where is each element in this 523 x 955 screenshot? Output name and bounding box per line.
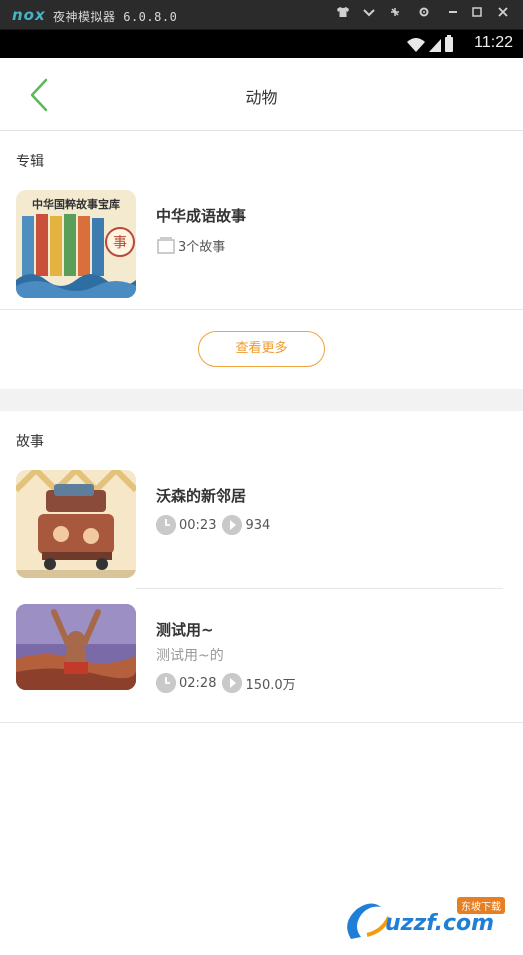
play-icon bbox=[222, 673, 243, 693]
album-story-count: 3个故事 bbox=[178, 239, 226, 255]
story-title: 测试用~ bbox=[156, 621, 214, 639]
album-stack-icon bbox=[156, 235, 176, 255]
close-icon[interactable] bbox=[492, 5, 514, 25]
story-plays: 934 bbox=[245, 517, 271, 533]
watermark-badge: 东坡下载 bbox=[457, 897, 505, 914]
clock-icon bbox=[156, 673, 176, 693]
story-cover-image bbox=[16, 604, 136, 690]
story-plays: 150.0万 bbox=[245, 677, 296, 693]
see-more-button[interactable]: 查看更多 bbox=[198, 331, 325, 367]
chevron-down-icon[interactable] bbox=[358, 5, 380, 25]
albums-section-title: 专辑 bbox=[16, 154, 44, 170]
story-duration: 02:28 bbox=[179, 675, 217, 691]
story-title: 沃森的新邻居 bbox=[156, 487, 247, 505]
stories-section-title: 故事 bbox=[16, 434, 44, 450]
nav-bar: 动物 bbox=[0, 58, 523, 131]
maximize-icon[interactable] bbox=[466, 5, 488, 25]
album-title: 中华成语故事 bbox=[156, 207, 247, 225]
minimize-icon[interactable] bbox=[442, 5, 464, 25]
album-meta: 3个故事 bbox=[156, 234, 231, 256]
play-icon bbox=[222, 515, 243, 535]
divider bbox=[0, 309, 523, 310]
story-subtitle: 测试用~的 bbox=[156, 648, 224, 664]
watermark-text: uzzf.com bbox=[385, 911, 495, 936]
page-title: 动物 bbox=[245, 88, 278, 107]
story-meta: 00:23 934 bbox=[156, 514, 276, 536]
emulator-title: 夜神模拟器 6.0.8.0 bbox=[53, 10, 178, 24]
section-gap bbox=[0, 389, 523, 411]
status-icons bbox=[407, 35, 453, 52]
emulator-title-bar: nox 夜神模拟器 6.0.8.0 bbox=[0, 0, 523, 30]
uzzf-watermark: uzzf.com 东坡下载 bbox=[337, 895, 517, 945]
divider bbox=[136, 588, 503, 589]
clock-icon bbox=[156, 515, 176, 535]
status-time: 11:22 bbox=[474, 34, 513, 51]
gear-icon[interactable] bbox=[413, 5, 435, 25]
story-duration: 00:23 bbox=[179, 517, 217, 533]
story-cover-image bbox=[16, 470, 136, 578]
nox-logo: nox bbox=[12, 6, 46, 24]
shirt-icon[interactable] bbox=[332, 5, 354, 25]
album-cover-text: 中华国粹故事宝库 bbox=[32, 198, 120, 211]
pin-icon[interactable] bbox=[384, 5, 406, 25]
svg-text:事: 事 bbox=[113, 235, 127, 251]
story-meta: 02:28 150.0万 bbox=[156, 672, 302, 694]
album-cover-image: 事 中华国粹故事宝库 bbox=[16, 190, 136, 298]
divider bbox=[0, 722, 523, 723]
status-bar: 11:22 bbox=[0, 30, 523, 58]
